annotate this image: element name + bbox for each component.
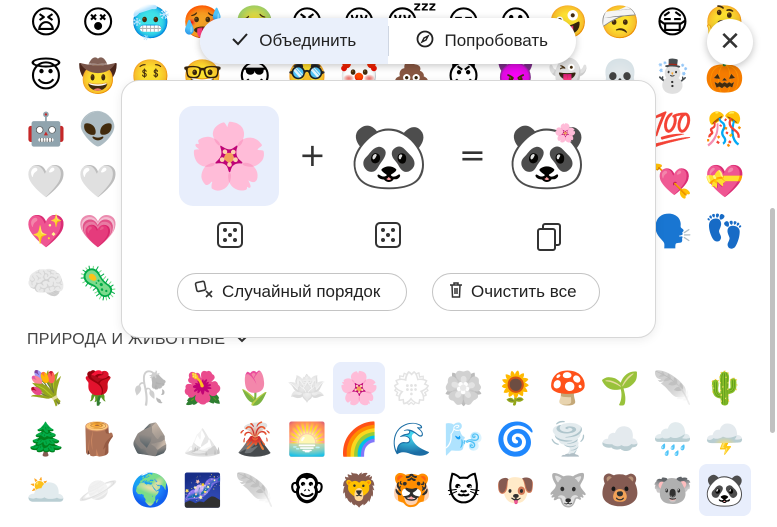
emoji-cell[interactable]: 🪐 [72,464,124,516]
emoji-cell[interactable]: 🐨 [646,464,698,516]
emoji-cell[interactable]: 🌊 [385,413,437,465]
emoji-cell[interactable]: 🌬️ [438,413,490,465]
dice-icon-second[interactable] [375,222,401,248]
emoji-cell[interactable]: 🪶 [229,464,281,516]
plus-sign: + [299,136,326,174]
shuffle-order-label: Случайный порядок [222,282,381,301]
emoji-cell[interactable]: 🌵 [699,362,751,414]
emoji-cell[interactable]: ☁️ [594,413,646,465]
compass-icon [416,30,434,53]
merge-label: Объединить [259,31,357,50]
emoji-cell[interactable]: 🌅 [281,413,333,465]
emoji-cell[interactable]: 😵 [72,0,124,48]
try-button[interactable]: Попробовать [389,18,577,64]
emoji-cell[interactable]: 🍄 [542,362,594,414]
emoji-cell[interactable]: 🦁 [333,464,385,516]
emoji-cell[interactable]: 🐺 [542,464,594,516]
emoji-cell[interactable]: 🤍 [72,155,124,207]
close-icon: ✕ [719,27,741,57]
try-label: Попробовать [444,31,549,50]
emoji-cell[interactable]: 😇 [20,50,72,102]
emoji-cell[interactable]: 🐯 [385,464,437,516]
emoji-cell[interactable]: 🏵️ [438,362,490,414]
emoji-cell[interactable]: 🤠 [72,50,124,102]
merge-button[interactable]: Объединить [200,18,388,64]
emoji-mixer-panel: 🌸 + 🐼 = 🐼 🌸 Случайный порядок Очистить в… [121,80,656,338]
dice-icon-first[interactable] [217,222,243,248]
emoji-cell[interactable]: 🤕 [594,0,646,48]
emoji-cell[interactable]: 🐱 [438,464,490,516]
emoji-cell[interactable]: 🥶 [124,0,176,48]
copy-icon[interactable] [535,222,561,251]
second-emoji-slot[interactable]: 🐼 [339,106,439,206]
first-emoji-slot[interactable]: 🌸 [179,106,279,206]
result-emoji[interactable]: 🐼 [497,106,597,206]
emoji-cell[interactable]: 🎊 [699,103,751,155]
emoji-cell[interactable]: 🪨 [124,413,176,465]
emoji-cell[interactable]: 🌱 [594,362,646,414]
emoji-cell[interactable]: 🐼 [698,464,751,516]
mode-toggle: Объединить Попробовать [200,18,576,64]
clear-all-label: Очистить все [471,282,577,301]
shuffle-shapes-icon [194,280,214,305]
emoji-cell[interactable]: 🌋 [229,413,281,465]
emoji-cell[interactable]: 🤍 [20,155,72,207]
emoji-cell[interactable]: 🏔️ [177,413,229,465]
checkmark-icon [231,32,249,51]
emoji-cell[interactable]: 🦠 [72,257,124,309]
shuffle-order-button[interactable]: Случайный порядок [177,273,407,311]
emoji-cell[interactable]: 🪵 [72,413,124,465]
emoji-cell[interactable]: 🐶 [490,464,542,516]
emoji-cell[interactable]: 🌀 [490,413,542,465]
emoji-cell[interactable]: 🌍 [124,464,176,516]
emoji-cell[interactable]: 🌻 [490,362,542,414]
emoji-cell[interactable]: 👽 [72,103,124,155]
emoji-cell[interactable]: 🪶 [646,362,698,414]
emoji-cell[interactable]: 🌷 [229,362,281,414]
emoji-cell[interactable]: 🌌 [177,464,229,516]
trash-icon [449,281,463,304]
emoji-cell[interactable]: 💗 [72,205,124,257]
emoji-cell[interactable]: 🥀 [124,362,176,414]
emoji-cell[interactable]: 🌸 [333,362,386,414]
clear-all-button[interactable]: Очистить все [432,273,600,311]
emoji-cell[interactable]: 🌩️ [699,413,751,465]
emoji-cell[interactable]: 🌺 [177,362,229,414]
emoji-cell[interactable]: 🪷 [281,362,333,414]
close-button[interactable]: ✕ [707,19,753,65]
emoji-cell[interactable]: 🌹 [72,362,124,414]
emoji-cell[interactable]: 💮 [385,362,437,414]
emoji-cell[interactable]: 💐 [20,362,72,414]
emoji-cell[interactable]: 👣 [699,205,751,257]
emoji-cell[interactable]: 🌧️ [646,413,698,465]
emoji-cell[interactable]: 😷 [646,0,698,48]
emoji-cell[interactable]: 😫 [20,0,72,48]
emoji-cell[interactable]: 🌪️ [542,413,594,465]
emoji-cell[interactable]: 🧠 [20,257,72,309]
scrollbar-thumb[interactable] [770,208,775,433]
result-flower-badge: 🌸 [554,123,577,144]
emoji-cell[interactable]: 🤖 [20,103,72,155]
emoji-cell[interactable]: 🌲 [20,413,72,465]
emoji-cell[interactable]: 🐵 [281,464,333,516]
equals-sign: = [459,136,486,174]
emoji-cell[interactable]: 🌥️ [20,464,72,516]
emoji-cell[interactable]: 🌈 [333,413,385,465]
emoji-cell[interactable]: 💖 [20,205,72,257]
emoji-cell[interactable]: 💝 [699,155,751,207]
emoji-cell[interactable]: 🐻 [594,464,646,516]
